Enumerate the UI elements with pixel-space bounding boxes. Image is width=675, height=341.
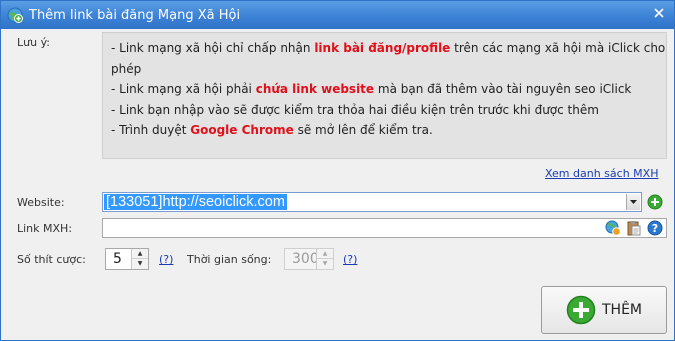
- title-bar[interactable]: Thêm link bài đăng Mạng Xã Hội: [1, 1, 674, 29]
- add-button[interactable]: THÊM: [541, 286, 667, 334]
- bids-help-link[interactable]: (?): [159, 253, 173, 266]
- bids-stepper[interactable]: 5 ▲ ▼: [105, 248, 149, 270]
- close-icon[interactable]: [652, 6, 666, 20]
- note-line-2: phép: [111, 61, 142, 76]
- earth-plus-icon: [7, 7, 23, 23]
- help-icon[interactable]: ?: [647, 220, 663, 236]
- note-label: Lưu ý:: [17, 36, 50, 49]
- note-line-3: - Link mạng xã hội phải chứa link websit…: [111, 82, 632, 96]
- website-select[interactable]: [133051]http://seoiclick.com: [102, 192, 642, 212]
- lifetime-spin-buttons: ▲ ▼: [316, 249, 333, 269]
- lifetime-stepper: 300 ▲ ▼: [284, 248, 334, 270]
- add-website-icon[interactable]: [647, 194, 663, 210]
- note-line-1: - Link mạng xã hội chỉ chấp nhận link bà…: [111, 41, 666, 55]
- note-line-4: - Link bạn nhập vào sẽ được kiểm tra thỏ…: [111, 102, 599, 117]
- link-mxh-label: Link MXH:: [17, 222, 73, 235]
- add-button-label: THÊM: [601, 302, 642, 318]
- bids-label: Số thít cược:: [17, 253, 86, 266]
- clipboard-icon[interactable]: [626, 220, 642, 236]
- note-box: - Link mạng xã hội chỉ chấp nhận link bà…: [102, 32, 667, 159]
- spin-down-icon[interactable]: ▼: [132, 259, 148, 269]
- note-line-5: - Trình duyệt Google Chrome sẽ mở lên để…: [111, 123, 433, 137]
- bids-spin-buttons[interactable]: ▲ ▼: [131, 249, 148, 269]
- website-label: Website:: [17, 196, 65, 209]
- dialog-window: Thêm link bài đăng Mạng Xã Hội Lưu ý: - …: [0, 0, 675, 341]
- globe-check-icon[interactable]: [605, 220, 621, 236]
- add-circle-icon: [566, 295, 596, 325]
- window-title: Thêm link bài đăng Mạng Xã Hội: [29, 7, 241, 23]
- link-mxh-input[interactable]: ?: [102, 218, 667, 238]
- view-list-link[interactable]: Xem danh sách MXH: [545, 167, 658, 180]
- svg-text:?: ?: [652, 222, 658, 235]
- lifetime-label: Thời gian sống:: [187, 253, 272, 266]
- website-value: [133051]http://seoiclick.com: [104, 194, 287, 210]
- lifetime-help-link[interactable]: (?): [343, 253, 357, 266]
- chevron-down-icon[interactable]: [626, 194, 640, 210]
- spin-down-icon: ▼: [322, 260, 328, 267]
